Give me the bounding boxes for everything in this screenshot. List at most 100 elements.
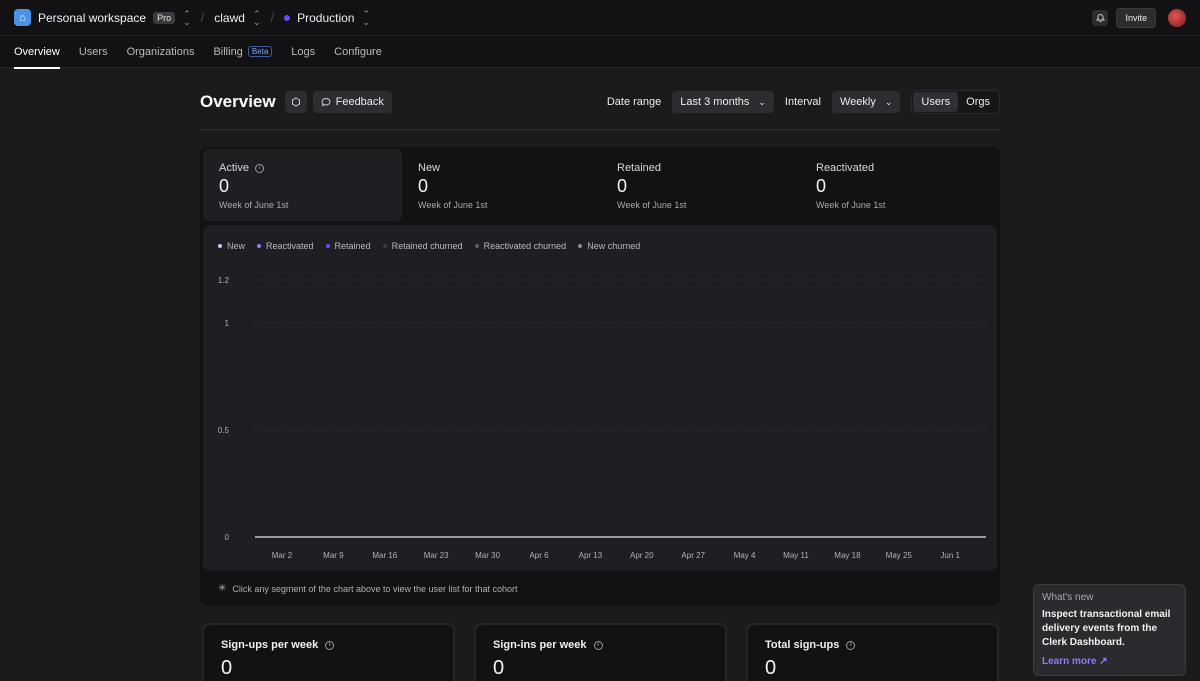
x-tick-label: Jun 1 xyxy=(940,551,960,560)
tab-label: Logs xyxy=(291,45,316,58)
stat-label: New xyxy=(418,162,441,174)
stat-retained[interactable]: Retained 0 Week of June 1st xyxy=(601,149,800,221)
chevron-down-icon: ⌄ xyxy=(884,96,893,107)
external-arrow-icon: ↗ xyxy=(1099,656,1108,667)
stat-new[interactable]: New 0 Week of June 1st xyxy=(402,149,601,221)
tab-label: Users xyxy=(78,45,108,58)
page-title: Overview xyxy=(200,92,276,111)
plan-badge: Pro xyxy=(153,11,176,24)
x-tick-label: Mar 30 xyxy=(475,551,500,560)
x-tick-label: Apr 20 xyxy=(630,551,654,560)
hexagon-icon[interactable] xyxy=(284,91,307,113)
stat-value: 0 xyxy=(617,176,628,196)
environment-switcher-icon[interactable]: ⌃ ⌄ xyxy=(362,9,370,26)
info-icon[interactable]: i xyxy=(593,640,603,650)
orgs-toggle-button[interactable]: Orgs xyxy=(958,92,998,112)
interval-select[interactable]: Weekly ⌄ xyxy=(832,91,901,113)
date-range-select[interactable]: Last 3 months ⌄ xyxy=(672,91,774,113)
learn-more-link[interactable]: Learn more ↗ xyxy=(1042,656,1177,667)
tab-overview[interactable]: Overview xyxy=(14,35,60,69)
app-name[interactable]: clawd xyxy=(214,11,245,25)
y-tick-label: 0.5 xyxy=(218,426,230,435)
signups-per-week-card: Sign-ups per week i 0 xyxy=(202,623,455,681)
breadcrumb-separator: / xyxy=(270,10,275,25)
environment-name[interactable]: Production xyxy=(297,11,354,25)
interval-label: Interval xyxy=(784,96,821,108)
date-range-value: Last 3 months xyxy=(680,96,750,108)
x-tick-label: May 18 xyxy=(834,551,861,560)
beta-badge: Beta xyxy=(247,46,273,57)
y-tick-label: 0 xyxy=(225,533,230,542)
main-nav: Overview Users Organizations Billing Beta… xyxy=(0,35,1200,69)
tab-billing[interactable]: Billing Beta xyxy=(213,35,273,68)
card-title: Sign-ins per week xyxy=(493,639,587,651)
top-bar: ⌂ Personal workspace Pro ⌃ ⌄ / clawd ⌃ ⌄ /… xyxy=(0,0,1200,35)
x-tick-label: May 4 xyxy=(734,551,756,560)
speech-bubble-icon xyxy=(321,97,331,107)
signins-per-week-card: Sign-ins per week i 0 xyxy=(474,623,727,681)
clerk-logo-icon[interactable]: ⌂ xyxy=(14,9,31,26)
card-title: Sign-ups per week xyxy=(221,639,319,651)
workspace-switcher-icon[interactable]: ⌃ ⌄ xyxy=(183,9,191,26)
card-title: Total sign-ups xyxy=(765,639,840,651)
tab-label: Organizations xyxy=(126,45,195,58)
x-tick-label: Apr 27 xyxy=(681,551,705,560)
users-orgs-toggle: Users Orgs xyxy=(911,90,1000,114)
x-tick-label: Mar 2 xyxy=(272,551,293,560)
breadcrumb-separator: / xyxy=(200,10,205,25)
users-toggle-button[interactable]: Users xyxy=(913,92,959,112)
card-value: 0 xyxy=(493,657,505,679)
y-tick-label: 1.2 xyxy=(218,276,230,285)
invite-button[interactable]: Invite xyxy=(1116,7,1156,28)
stat-value: 0 xyxy=(418,176,429,196)
chart-panel: New Reactivated Retained Retained churne… xyxy=(203,225,997,571)
date-range-label: Date range xyxy=(606,96,662,108)
stat-period: Week of June 1st xyxy=(816,200,886,210)
x-tick-label: May 11 xyxy=(783,551,809,560)
tab-users[interactable]: Users xyxy=(79,35,108,68)
environment-dot-icon xyxy=(284,14,291,21)
whats-new-body: Inspect transactional email delivery eve… xyxy=(1042,609,1171,648)
page-header: Overview Feedback Date range Last 3 mont… xyxy=(200,88,1000,116)
stat-reactivated[interactable]: Reactivated 0 Week of June 1st xyxy=(800,149,999,221)
x-tick-label: Mar 23 xyxy=(424,551,449,560)
footnote-text: Click any segment of the chart above to … xyxy=(232,583,518,594)
interval-value: Weekly xyxy=(840,96,876,108)
workspace-name[interactable]: Personal workspace xyxy=(38,11,146,25)
x-tick-label: Mar 9 xyxy=(323,551,344,560)
feedback-label: Feedback xyxy=(335,96,384,108)
info-icon[interactable]: i xyxy=(846,640,856,650)
total-signups-card: Total sign-ups i 0 xyxy=(746,623,999,681)
tab-label: Billing xyxy=(213,45,243,58)
card-value: 0 xyxy=(221,657,233,679)
info-icon[interactable]: i xyxy=(254,163,264,173)
tab-organizations[interactable]: Organizations xyxy=(127,35,195,68)
tab-label: Overview xyxy=(14,45,60,58)
info-icon[interactable]: i xyxy=(325,640,335,650)
app-switcher-icon[interactable]: ⌃ ⌄ xyxy=(253,9,261,26)
avatar[interactable] xyxy=(1168,8,1186,27)
chevron-down-icon: ⌄ xyxy=(758,96,766,107)
whats-new-popup: What's new Inspect transactional email d… xyxy=(1033,584,1186,676)
header-divider xyxy=(200,129,1000,130)
sparkle-icon: ✳ xyxy=(218,583,227,594)
x-tick-label: Apr 6 xyxy=(529,551,549,560)
x-tick-label: May 25 xyxy=(886,551,913,560)
tab-configure[interactable]: Configure xyxy=(334,35,382,68)
tab-label: Configure xyxy=(334,45,382,58)
stat-period: Week of June 1st xyxy=(418,200,488,210)
stat-active[interactable]: Active i 0 Week of June 1st xyxy=(203,149,402,221)
y-tick-label: 1 xyxy=(225,319,230,328)
stat-label: Reactivated xyxy=(816,162,875,174)
stat-label: Retained xyxy=(617,162,662,174)
card-value: 0 xyxy=(765,657,777,679)
bell-icon[interactable] xyxy=(1092,9,1109,26)
feedback-button[interactable]: Feedback xyxy=(312,91,392,113)
activity-card: Active i 0 Week of June 1st New 0 Week of… xyxy=(200,147,1000,606)
stat-label: Active xyxy=(219,162,249,174)
tab-logs[interactable]: Logs xyxy=(291,35,315,68)
activity-chart[interactable]: 0 0.5 1 1.2 Mar 2 Mar 9 Mar 16 Mar 23 Mar 30 Apr … xyxy=(203,225,997,571)
x-tick-label: Mar 16 xyxy=(372,551,397,560)
x-tick-label: Apr 13 xyxy=(579,551,603,560)
whats-new-heading: What's new xyxy=(1042,592,1094,603)
